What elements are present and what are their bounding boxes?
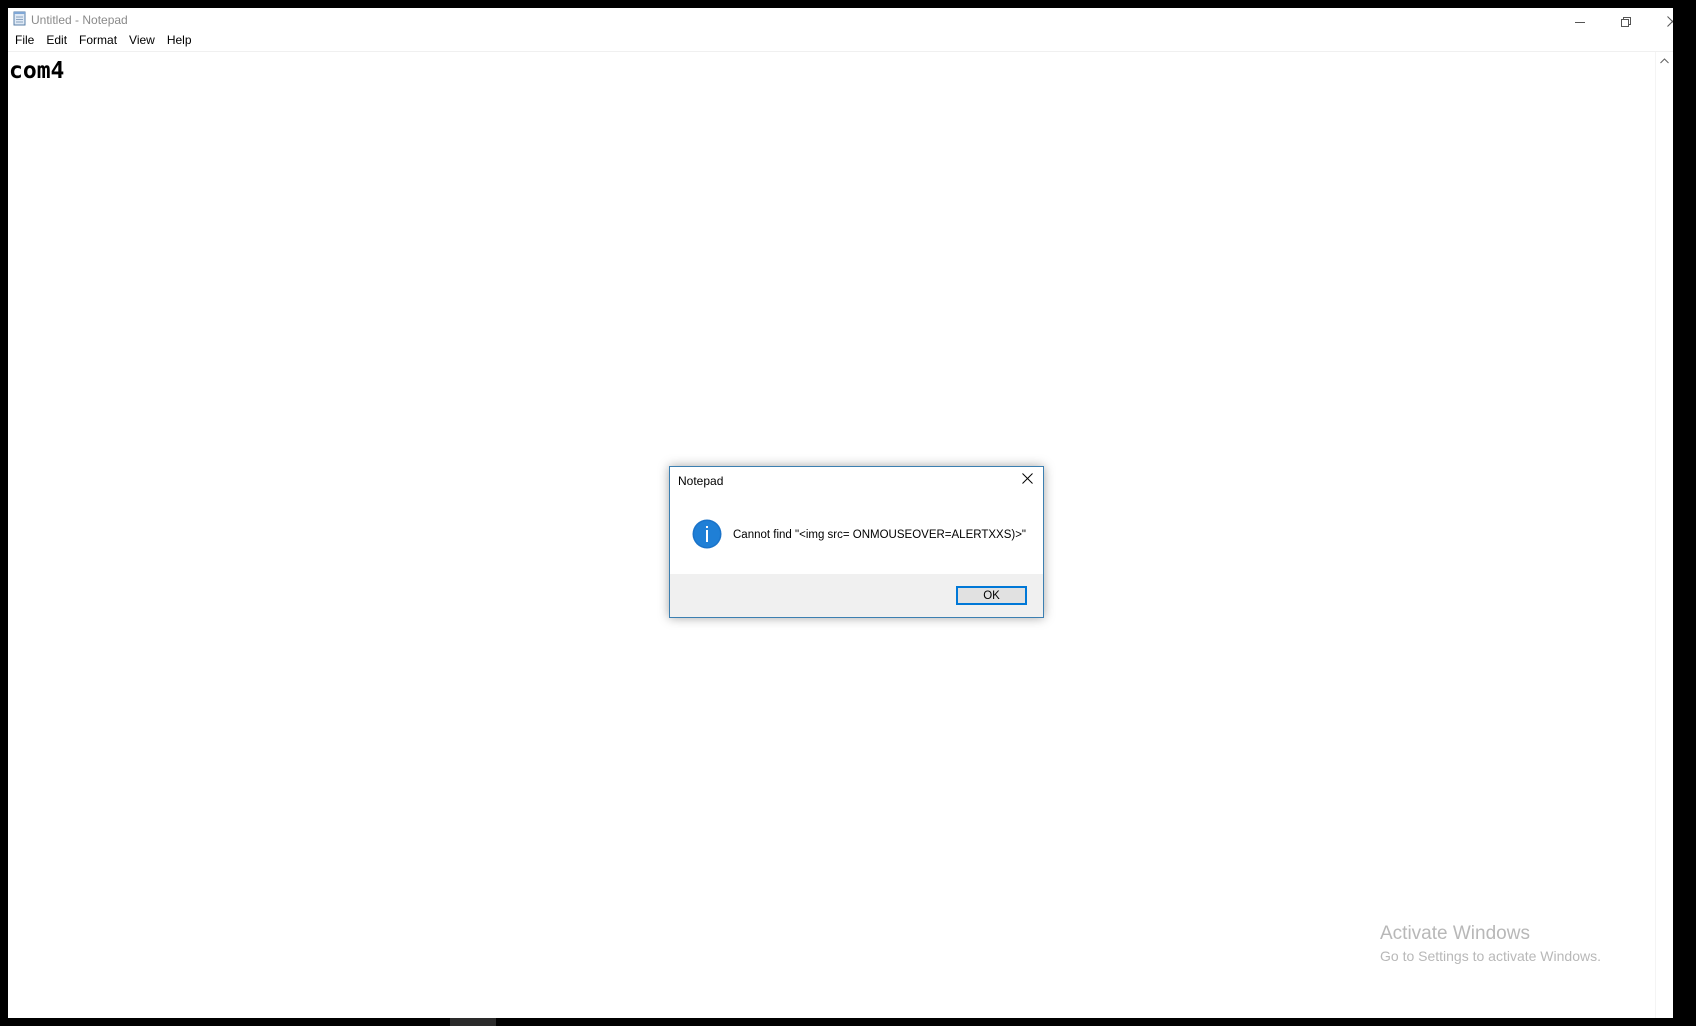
window-title: Untitled - Notepad (31, 13, 128, 27)
taskbar (0, 1018, 1696, 1026)
menu-bar: File Edit Format View Help (8, 30, 1673, 50)
close-icon (1021, 471, 1033, 489)
activate-windows-watermark: Activate Windows Go to Settings to activ… (1380, 922, 1601, 966)
vertical-scrollbar[interactable] (1655, 52, 1673, 1018)
dialog-close-button[interactable] (1015, 469, 1039, 491)
menu-format[interactable]: Format (73, 30, 123, 50)
menu-view[interactable]: View (123, 30, 161, 50)
menu-edit[interactable]: Edit (40, 30, 73, 50)
restore-icon (1621, 14, 1631, 32)
watermark-subtitle: Go to Settings to activate Windows. (1380, 948, 1601, 964)
watermark-title: Activate Windows (1380, 923, 1530, 944)
find-error-dialog: Notepad Cannot find "<img src= ONMOUSEOV… (669, 466, 1044, 618)
taskbar-active-app[interactable] (450, 1018, 496, 1026)
menu-help[interactable]: Help (161, 30, 198, 50)
close-icon (1666, 14, 1673, 32)
ok-button[interactable]: OK (956, 586, 1027, 605)
dialog-message: Cannot find "<img src= ONMOUSEOVER=ALERT… (733, 529, 1027, 541)
dialog-footer: OK (670, 574, 1043, 617)
info-icon (692, 519, 722, 549)
dialog-title: Notepad (678, 474, 724, 488)
menu-file[interactable]: File (8, 30, 40, 50)
editor-content[interactable]: com4 (9, 58, 64, 84)
scroll-up-arrow-icon[interactable] (1656, 52, 1673, 69)
notepad-app-icon[interactable] (12, 11, 27, 26)
minimize-icon (1575, 14, 1585, 32)
